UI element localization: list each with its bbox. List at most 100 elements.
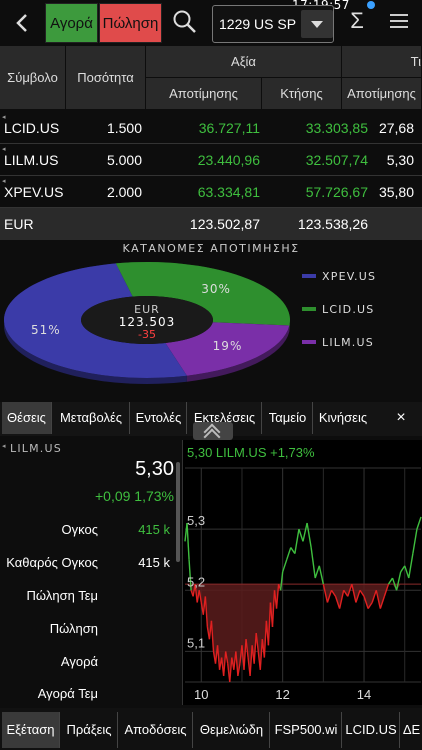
- price-line-segment: [412, 529, 418, 554]
- tab-fsp500[interactable]: FSP500.wi: [271, 712, 342, 748]
- chevron-left-icon: [16, 14, 27, 32]
- detail-value: 415 k: [138, 555, 170, 570]
- sell-button[interactable]: Πώληση: [99, 3, 162, 43]
- price-line-segment: [294, 529, 300, 554]
- header-valuation[interactable]: Αποτίμησης: [146, 78, 262, 110]
- y-tick-label: 5,2: [187, 574, 205, 589]
- scrollbar[interactable]: [176, 462, 180, 562]
- total-currency: EUR: [4, 216, 34, 232]
- table-row[interactable]: ◂ LILM.US 5.000 23.440,96 32.507,74 5,30: [0, 144, 422, 176]
- tab-cash[interactable]: Ταμείο: [263, 402, 313, 434]
- price-line-segment: [408, 553, 414, 579]
- y-tick-label: 5,1: [187, 635, 205, 650]
- pie-slice-label: 19%: [213, 339, 243, 353]
- tab-returns[interactable]: Αποδόσεις: [119, 712, 193, 748]
- price-line-segment: [281, 559, 288, 573]
- table-row[interactable]: ◂ XPEV.US 2.000 63.334,81 57.726,67 35,8…: [0, 176, 422, 208]
- tab-more[interactable]: ΔΕ: [401, 712, 422, 748]
- detail-change: +0,09 1,73%: [94, 488, 174, 504]
- allocation-panel: ΚΑΤΑΝΟΜΕΣ ΑΠΟΤΙΜΗΣΗΣ 30% 19% 51% EUR 123.503…: [0, 240, 422, 390]
- cell-symbol: LCID.US: [4, 120, 60, 136]
- price-line-segment: [298, 528, 304, 542]
- price-line-segment: [400, 565, 406, 573]
- price-line-segment: [387, 577, 394, 585]
- portfolio-select-value: 1229 US SP: [219, 16, 297, 32]
- cell-price: 35,80: [378, 184, 414, 200]
- header-symbol[interactable]: Σύμβολο: [0, 46, 66, 110]
- search-button[interactable]: [172, 8, 200, 38]
- legend-swatch: [302, 274, 316, 278]
- chevron-down-icon[interactable]: [301, 10, 333, 38]
- detail-label: Αγορά: [60, 654, 98, 669]
- hamburger-icon-line: [390, 26, 408, 28]
- row-marker-icon: ◂: [2, 443, 6, 450]
- tab-changes[interactable]: Μεταβολές: [53, 402, 130, 434]
- cell-valuation: 36.727,11: [198, 120, 260, 136]
- intraday-chart[interactable]: 5,3 5,2 5,1 10 12 14 5,30 LILM.US +1,73%: [182, 440, 422, 705]
- buy-button[interactable]: Αγορά: [45, 3, 98, 43]
- table-row[interactable]: ◂ LCID.US 1.500 36.727,11 33.303,85 27,6…: [0, 112, 422, 144]
- x-tick-label: 10: [194, 687, 208, 702]
- total-valuation: 123.502,87: [189, 216, 260, 232]
- pie-center-total: 123.503: [119, 315, 176, 329]
- detail-label: Αγορά Τεμ: [37, 686, 98, 701]
- price-line-segment: [416, 516, 422, 530]
- cell-quantity: 2.000: [106, 184, 142, 200]
- hamburger-icon-line: [390, 20, 408, 22]
- price-line-segment: [290, 547, 296, 554]
- tab-review[interactable]: Εξέταση: [2, 712, 60, 748]
- drag-handle-icon[interactable]: [193, 422, 233, 440]
- cell-quantity: 1.500: [106, 120, 142, 136]
- cell-symbol: XPEV.US: [4, 184, 64, 200]
- tab-movements[interactable]: Κινήσεις: [314, 402, 372, 434]
- pie-slice-label: 30%: [201, 282, 231, 296]
- price-line-segment: [314, 565, 320, 579]
- tab-fundamentals[interactable]: Θεμελιώδη: [194, 712, 270, 748]
- total-row: EUR 123.502,87 123.538,26: [0, 208, 422, 240]
- price-line-segment: [318, 565, 325, 585]
- allocation-pie-chart[interactable]: 30%19%51%EUR123.503-35: [0, 254, 300, 390]
- detail-price: 5,30: [135, 458, 174, 480]
- holdings-table: Σύμβολο Ποσότητα Αξία Τι Αποτίμησης Κτήσ…: [0, 46, 422, 242]
- header-value-group: Αξία: [146, 46, 342, 78]
- sigma-icon[interactable]: Σ: [345, 8, 369, 34]
- hamburger-icon-line: [390, 14, 408, 16]
- bottom-tabs: Εξέταση Πράξεις Αποδόσεις Θεμελιώδη FSP5…: [0, 708, 422, 750]
- cell-price: 27,68: [378, 120, 414, 136]
- header-quantity[interactable]: Ποσότητα: [66, 46, 146, 110]
- price-line-chart[interactable]: 5,3 5,2 5,1 10 12 14: [183, 440, 422, 705]
- detail-row-ask-size: Πώληση Τεμ: [0, 582, 178, 612]
- detail-row-volume: Ογκος 415 k: [0, 516, 178, 546]
- price-line-segment: [186, 522, 190, 560]
- price-line-segment: [302, 522, 308, 542]
- back-button[interactable]: [4, 6, 40, 40]
- detail-label: Καθαρός Ογκος: [6, 555, 98, 570]
- portfolio-select[interactable]: 1229 US SP: [212, 5, 334, 43]
- instrument-detail: ◂ LILM.US 5,30 +0,09 1,73% Ογκος 415 k Κ…: [0, 440, 182, 705]
- detail-value: 415 k: [138, 522, 170, 537]
- x-tick-label: 12: [275, 687, 289, 702]
- legend-item: LILM.US: [302, 335, 374, 349]
- x-tick-label: 14: [357, 687, 371, 702]
- detail-label: Ογκος: [61, 522, 98, 537]
- legend-label: XPEV.US: [322, 269, 377, 283]
- tab-orders[interactable]: Εντολές: [131, 402, 187, 434]
- price-line-segment: [404, 565, 410, 579]
- tab-trades[interactable]: Πράξεις: [61, 712, 118, 748]
- legend-swatch: [302, 307, 316, 311]
- menu-button[interactable]: [390, 14, 408, 28]
- detail-label: Πώληση: [49, 621, 98, 636]
- cell-valuation: 23.440,96: [197, 152, 260, 168]
- header-cost[interactable]: Κτήσης: [262, 78, 342, 110]
- detail-row-net-volume: Καθαρός Ογκος 415 k: [0, 549, 178, 579]
- close-icon[interactable]: ×: [386, 402, 416, 434]
- price-line-segment: [310, 547, 316, 579]
- legend-label: LILM.US: [322, 335, 374, 349]
- price-line-segment: [306, 522, 312, 548]
- tab-positions[interactable]: Θέσεις: [2, 402, 52, 434]
- pie-center-change: -35: [138, 328, 156, 341]
- header-price-valuation[interactable]: Αποτίμησης: [342, 78, 422, 110]
- detail-row-bid-size: Αγορά Τεμ: [0, 680, 178, 710]
- cell-valuation: 63.334,81: [197, 184, 260, 200]
- tab-lcid[interactable]: LCID.US: [343, 712, 400, 748]
